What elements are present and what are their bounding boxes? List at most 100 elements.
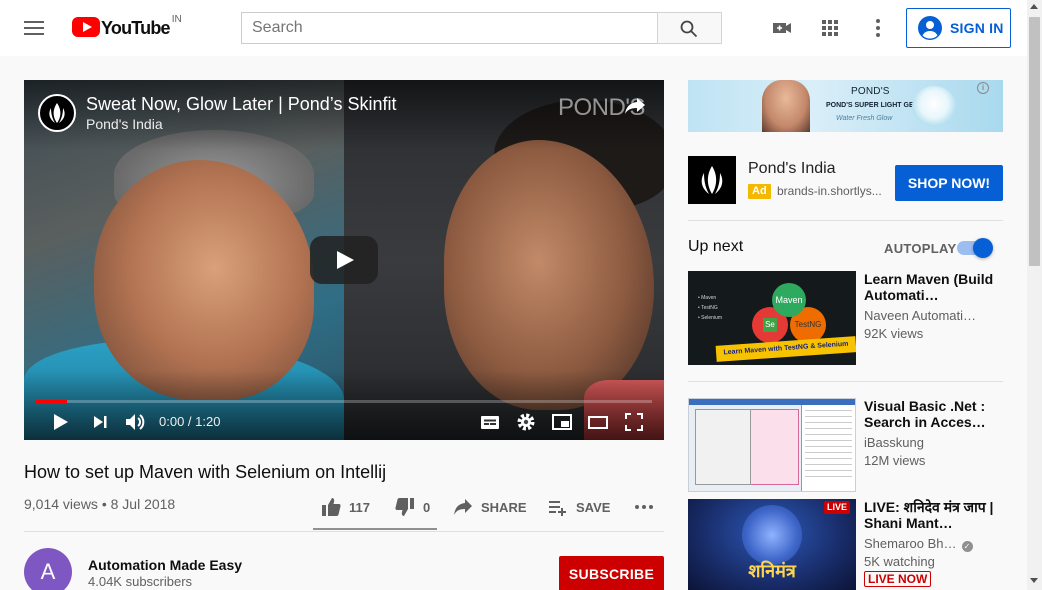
search-button[interactable]	[657, 12, 722, 44]
up-next-heading: Up next	[688, 238, 744, 255]
fullscreen-icon[interactable]	[622, 410, 646, 434]
rec-title[interactable]: LIVE: शनिदेव मंत्र जाप | Shani Mant…	[864, 499, 1003, 531]
ad-model-image	[762, 80, 810, 132]
apps-grid-icon[interactable]	[818, 16, 842, 40]
like-count: 117	[349, 499, 370, 515]
product-jar-image	[912, 86, 956, 126]
account-icon	[918, 16, 942, 40]
dislike-count: 0	[423, 499, 431, 515]
more-actions-icon[interactable]	[634, 497, 662, 517]
rec-title[interactable]: Learn Maven (Build Automati…	[864, 271, 1003, 303]
thumb-datagrid	[745, 409, 799, 485]
search-icon	[680, 20, 698, 38]
scroll-up-arrow-icon[interactable]	[1030, 4, 1038, 9]
settings-gear-icon[interactable]	[514, 410, 538, 434]
video-player[interactable]: Sweat Now, Glow Later | Pond’s Skinfit P…	[24, 80, 664, 440]
rec-views: 5K watching	[864, 554, 935, 569]
thumb-form	[695, 409, 751, 485]
scroll-down-arrow-icon[interactable]	[1030, 578, 1038, 583]
page-scrollbar[interactable]	[1027, 0, 1042, 590]
save-label: SAVE	[576, 499, 611, 515]
sentiment-fill	[313, 528, 437, 530]
channel-thumbnail[interactable]	[38, 94, 76, 132]
miniplayer-icon[interactable]	[550, 410, 574, 434]
banner-brand: POND'S	[851, 86, 890, 97]
save-button[interactable]: SAVE	[548, 497, 610, 517]
ad-url[interactable]: brands-in.shortlys...	[777, 184, 882, 198]
thumb-bullet: TestNG	[701, 305, 718, 311]
selenium-mark: Se	[763, 318, 777, 332]
video-thumbnail[interactable]: शनिमंत्र LIVE	[688, 499, 856, 590]
channel-name[interactable]: Automation Made Easy	[88, 557, 242, 573]
recommended-video[interactable]: Visual Basic .Net : Search in Acces… iBa…	[688, 398, 1003, 492]
divider	[688, 381, 1003, 382]
thumb-caption: Learn Maven with TestNG & Selenium	[715, 336, 856, 362]
recommended-video[interactable]: • Maven • TestNG • Selenium TestNG Se Ma…	[688, 271, 1003, 365]
thumb-hindi-title: शनिमंत्र	[748, 561, 796, 581]
recommended-video[interactable]: शनिमंत्र LIVE LIVE: शनिदेव मंत्र जाप | S…	[688, 499, 1003, 590]
thumbs-down-icon	[395, 498, 414, 516]
youtube-play-icon	[72, 17, 100, 37]
player-channel-name[interactable]: Pond's India	[86, 116, 163, 132]
banner-product-line: POND'S SUPER LIGHT GEL	[826, 102, 918, 109]
youtube-logo[interactable]: YouTube IN	[72, 14, 182, 39]
live-thumb-badge: LIVE	[824, 501, 851, 514]
rec-channel: Shemaroo Bh…	[864, 536, 957, 551]
rec-channel: iBasskung	[864, 435, 924, 450]
divider	[24, 531, 664, 532]
volume-icon[interactable]	[123, 410, 147, 434]
rec-title[interactable]: Visual Basic .Net : Search in Acces…	[864, 398, 1003, 430]
region-code: IN	[171, 14, 182, 25]
logo-text: YouTube	[101, 18, 171, 38]
share-icon[interactable]	[624, 96, 646, 116]
ad-info-icon[interactable]: i	[977, 82, 989, 94]
autoplay-toggle[interactable]	[957, 238, 993, 258]
masthead: YouTube IN SIGN IN	[0, 0, 1027, 56]
theater-mode-icon[interactable]	[586, 410, 610, 434]
large-play-button[interactable]	[310, 236, 378, 284]
video-meta: 9,014 views • 8 Jul 2018	[24, 496, 176, 512]
thumb-properties-panel	[801, 405, 855, 491]
verified-check-icon: ✓	[961, 541, 973, 552]
search-input[interactable]	[242, 13, 658, 43]
player-video-title[interactable]: Sweat Now, Glow Later | Pond’s Skinfit	[86, 94, 397, 115]
menu-icon[interactable]	[24, 18, 44, 38]
share-button[interactable]: SHARE	[453, 497, 527, 517]
rec-views: 92K views	[864, 326, 924, 341]
banner-tagline: Water Fresh Glow	[836, 115, 893, 122]
ad-badge: Ad	[748, 184, 771, 199]
create-video-icon[interactable]	[770, 16, 794, 40]
scroll-thumb[interactable]	[1029, 17, 1040, 266]
thumb-bullet: Maven	[701, 295, 717, 301]
toggle-knob	[973, 238, 993, 258]
sign-in-button[interactable]: SIGN IN	[906, 8, 1011, 48]
progress-fill	[36, 400, 67, 403]
subscriber-count: 4.04K subscribers	[88, 574, 193, 589]
time-display: 0:00 / 1:20	[159, 414, 221, 429]
subtitles-icon[interactable]	[478, 410, 502, 434]
maven-logo: Maven	[772, 283, 806, 317]
banner-ad[interactable]: POND'S POND'S SUPER LIGHT GEL Water Fres…	[688, 80, 1003, 132]
deity-halo-image	[742, 505, 802, 565]
progress-bar[interactable]	[36, 400, 652, 403]
add-to-playlist-icon	[549, 501, 566, 516]
shop-now-button[interactable]: SHOP NOW!	[895, 165, 1003, 201]
channel-avatar[interactable]: A	[24, 548, 72, 590]
advertiser-name[interactable]: Pond's India	[748, 160, 836, 178]
next-icon[interactable]	[88, 410, 112, 434]
more-settings-icon[interactable]	[866, 16, 890, 40]
play-icon[interactable]	[48, 410, 72, 434]
share-arrow-icon	[454, 499, 472, 515]
sentiment-bar	[313, 528, 437, 530]
dislike-button[interactable]: 0	[395, 497, 430, 517]
share-label: SHARE	[481, 499, 527, 515]
thumb-bullet: Selenium	[701, 315, 722, 321]
advertiser-logo[interactable]	[688, 156, 736, 204]
like-button[interactable]: 117	[321, 497, 370, 517]
video-thumbnail[interactable]	[688, 398, 856, 492]
video-title: How to set up Maven with Selenium on Int…	[24, 462, 387, 482]
sign-in-label: SIGN IN	[950, 20, 1004, 36]
video-thumbnail[interactable]: • Maven • TestNG • Selenium TestNG Se Ma…	[688, 271, 856, 365]
rec-channel: Naveen Automati…	[864, 308, 977, 323]
subscribe-button[interactable]: SUBSCRIBE	[559, 556, 664, 590]
